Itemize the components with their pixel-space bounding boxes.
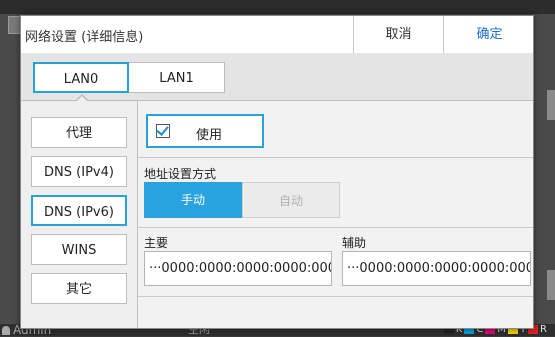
primary-dns-field[interactable]: ···0000:0000:0000:0000:0000: [144, 251, 332, 286]
divider: [138, 296, 533, 297]
side-item-other[interactable]: 其它: [31, 273, 127, 304]
dns-ipv6-panel: 使用 地址设置方式 手动 自动 主要 辅助 ···0000:0000:0000:…: [138, 101, 533, 328]
divider: [138, 227, 533, 228]
ink-r-label: R: [540, 324, 547, 335]
background-scroll-tab-lower: [547, 270, 555, 300]
background-header: [0, 0, 555, 14]
checkmark-icon: [156, 123, 169, 136]
settings-side-menu: 代理 DNS (IPv4) DNS (IPv6) WINS 其它: [21, 101, 138, 328]
ok-button[interactable]: 确定: [443, 16, 535, 53]
lan-tab-bar: LAN0 LAN1: [21, 53, 533, 102]
use-label: 使用: [196, 128, 223, 143]
manual-button[interactable]: 手动: [144, 182, 242, 218]
address-method-label: 地址设置方式: [144, 167, 217, 181]
tab-lan1[interactable]: LAN1: [129, 62, 225, 93]
side-item-dns-ipv6[interactable]: DNS (IPv6): [31, 195, 127, 226]
use-checkbox[interactable]: [156, 123, 170, 138]
use-toggle-button[interactable]: 使用: [146, 114, 264, 148]
secondary-dns-label: 辅助: [342, 236, 367, 250]
side-item-dns-ipv4[interactable]: DNS (IPv4): [31, 156, 127, 187]
background-scroll-tab: [547, 90, 555, 120]
user-icon: [2, 326, 10, 335]
tab-lan0[interactable]: LAN0: [33, 62, 129, 93]
side-item-wins[interactable]: WINS: [31, 234, 127, 265]
network-settings-dialog: 网络设置 (详细信息) 取消 确定 LAN0 LAN1 代理 DNS (IPv4…: [20, 15, 534, 329]
cancel-button[interactable]: 取消: [353, 16, 443, 53]
dialog-title: 网络设置 (详细信息): [25, 30, 144, 45]
secondary-dns-field[interactable]: ···0000:0000:0000:0000:0000: [342, 251, 531, 286]
divider: [138, 157, 533, 158]
side-item-proxy[interactable]: 代理: [31, 117, 127, 148]
auto-button[interactable]: 自动: [242, 182, 340, 218]
dialog-titlebar: 网络设置 (详细信息) 取消 确定: [21, 16, 533, 54]
primary-dns-label: 主要: [144, 236, 169, 250]
